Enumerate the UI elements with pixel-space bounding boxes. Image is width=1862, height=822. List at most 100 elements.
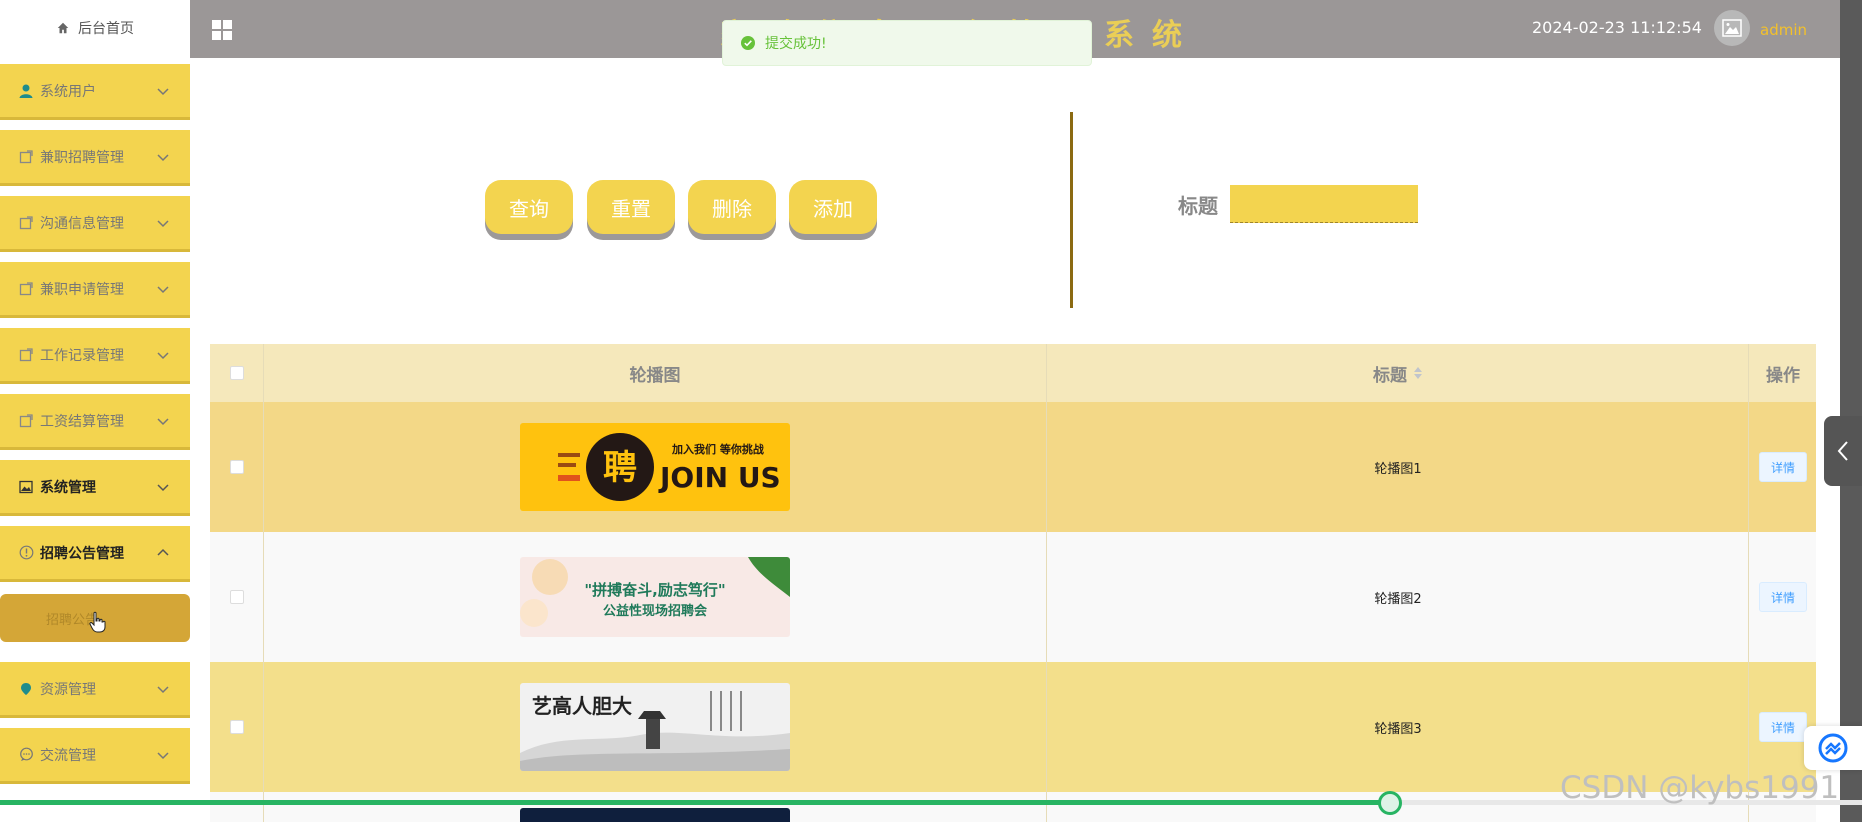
- assistant-icon: [1818, 733, 1848, 763]
- sidebar-item-communication[interactable]: 沟通信息管理: [0, 196, 190, 252]
- app-window: 后台首页 系统用户 兼职招聘管理 沟通信息管理 兼职申请管理 工作记录管理 工资…: [0, 0, 1862, 822]
- toast-message: 提交成功!: [765, 36, 827, 52]
- banner-art: 聘 JOIN US 加入我们 等你挑战: [558, 433, 781, 501]
- query-button[interactable]: 查询: [485, 180, 573, 234]
- banner-main-text: JOIN US: [658, 461, 781, 494]
- banner-art: 艺高人胆大: [520, 691, 790, 771]
- side-collapse-tab[interactable]: [1824, 416, 1862, 486]
- table-row[interactable]: 聘 JOIN US 加入我们 等你挑战 轮播图1 详情: [210, 402, 1816, 532]
- banner-image-partial[interactable]: [520, 808, 790, 822]
- detail-button[interactable]: 详情: [1759, 712, 1807, 742]
- search-divider: [1070, 112, 1073, 308]
- row-checkbox-cell: [210, 532, 264, 662]
- document-icon: [18, 347, 34, 363]
- chevron-down-icon: [157, 418, 169, 426]
- chevron-down-icon: [157, 220, 169, 228]
- header-op-cell: 操作: [1750, 344, 1816, 402]
- chevron-down-icon: [157, 286, 169, 294]
- add-button[interactable]: 添加: [789, 180, 877, 234]
- column-header-title: 标题: [1373, 365, 1407, 386]
- chevron-down-icon: [157, 352, 169, 360]
- row-checkbox-cell: [210, 662, 264, 792]
- sidebar-home[interactable]: 后台首页: [0, 0, 190, 56]
- sidebar-item-exchange[interactable]: 交流管理: [0, 728, 190, 784]
- sidebar-item-parttime-recruit[interactable]: 兼职招聘管理: [0, 130, 190, 186]
- info-icon: [18, 545, 34, 561]
- hand-cursor-icon: [89, 611, 106, 633]
- banner-art: "拼搏奋斗,励志笃行" 公益性现场招聘会: [520, 557, 790, 627]
- image-icon: [18, 479, 34, 495]
- row-checkbox[interactable]: [229, 590, 244, 604]
- username[interactable]: admin: [1760, 21, 1807, 39]
- row-title-cell: 轮播图1: [1048, 402, 1749, 532]
- title-search-input[interactable]: [1230, 185, 1418, 223]
- location-icon: [18, 681, 34, 697]
- detail-button[interactable]: 详情: [1759, 582, 1807, 612]
- row-checkbox[interactable]: [229, 720, 244, 734]
- delete-button[interactable]: 删除: [688, 180, 776, 234]
- media-progress-fill: [0, 800, 1390, 805]
- document-icon: [18, 149, 34, 165]
- home-icon: [57, 22, 69, 34]
- svg-text:聘: 聘: [603, 448, 637, 488]
- avatar-image-icon: [1722, 19, 1742, 37]
- reset-button[interactable]: 重置: [587, 180, 675, 234]
- sidebar-item-system-users[interactable]: 系统用户: [0, 64, 190, 120]
- row-checkbox-cell: [210, 792, 264, 822]
- header-datetime: 2024-02-23 11:12:54: [1532, 18, 1702, 37]
- chevron-down-icon: [157, 752, 169, 760]
- header-image-cell: 轮播图: [264, 344, 1047, 402]
- user-icon: [18, 83, 34, 99]
- sidebar-item-salary[interactable]: 工资结算管理: [0, 394, 190, 450]
- banner-sub-text: 加入我们 等你挑战: [671, 442, 764, 456]
- sidebar-item-system-mgmt[interactable]: 系统管理: [0, 460, 190, 516]
- watermark: CSDN @kybs1991: [1560, 770, 1840, 806]
- header-checkbox-cell: [210, 344, 264, 402]
- row-image-cell: "拼搏奋斗,励志笃行" 公益性现场招聘会: [264, 532, 1047, 662]
- page-scrollbar[interactable]: [1840, 0, 1862, 822]
- document-icon: [18, 281, 34, 297]
- chevron-down-icon: [157, 484, 169, 492]
- sidebar-item-parttime-apply[interactable]: 兼职申请管理: [0, 262, 190, 318]
- detail-button[interactable]: 详情: [1759, 452, 1807, 482]
- sidebar-item-work-record[interactable]: 工作记录管理: [0, 328, 190, 384]
- row-title-cell: 轮播图2: [1048, 532, 1749, 662]
- sort-icon[interactable]: [1413, 366, 1423, 380]
- chevron-left-icon: [1837, 441, 1848, 461]
- row-image-cell: 艺高人胆大: [264, 662, 1047, 792]
- banner-image-join-us[interactable]: 聘 JOIN US 加入我们 等你挑战: [520, 423, 790, 511]
- banner-image-art[interactable]: 艺高人胆大: [520, 683, 790, 771]
- check-circle-icon: [741, 36, 755, 50]
- column-header-op: 操作: [1766, 365, 1800, 386]
- banner-image-job-fair[interactable]: "拼搏奋斗,励志笃行" 公益性现场招聘会: [520, 557, 790, 637]
- chat-icon: [18, 747, 34, 763]
- banner-main-text: "拼搏奋斗,励志笃行": [584, 581, 725, 599]
- header-title-cell[interactable]: 标题: [1048, 344, 1749, 402]
- row-op-cell: 详情: [1750, 402, 1816, 532]
- title-search-label: 标题: [1178, 194, 1218, 218]
- select-all-checkbox[interactable]: [229, 366, 244, 380]
- row-image-cell: 聘 JOIN US 加入我们 等你挑战: [264, 402, 1047, 532]
- avatar[interactable]: [1714, 10, 1750, 46]
- floating-helper-button[interactable]: [1804, 726, 1862, 770]
- sidebar-item-resource[interactable]: 资源管理: [0, 662, 190, 718]
- chevron-down-icon: [157, 686, 169, 694]
- row-image-cell: [264, 792, 1047, 822]
- chevron-up-icon: [157, 548, 169, 556]
- document-icon: [18, 413, 34, 429]
- banner-sub-text: 公益性现场招聘会: [603, 603, 708, 619]
- chevron-down-icon: [157, 88, 169, 96]
- row-op-cell: 详情: [1750, 532, 1816, 662]
- row-checkbox[interactable]: [229, 460, 244, 474]
- sidebar-subitem-recruit-notice[interactable]: 招聘公告: [0, 594, 190, 642]
- column-header-image: 轮播图: [629, 365, 681, 386]
- sidebar-home-label: 后台首页: [78, 21, 134, 37]
- grid-menu-icon[interactable]: [212, 20, 232, 40]
- banner-main-text: 艺高人胆大: [532, 694, 632, 718]
- sidebar-item-recruit-notice[interactable]: 招聘公告管理: [0, 526, 190, 582]
- table-row[interactable]: "拼搏奋斗,励志笃行" 公益性现场招聘会 轮播图2 详情: [210, 532, 1816, 662]
- success-toast: 提交成功!: [722, 20, 1092, 66]
- media-progress-knob[interactable]: [1378, 791, 1402, 815]
- document-icon: [18, 215, 34, 231]
- table-header: 轮播图 标题 操作: [210, 344, 1816, 402]
